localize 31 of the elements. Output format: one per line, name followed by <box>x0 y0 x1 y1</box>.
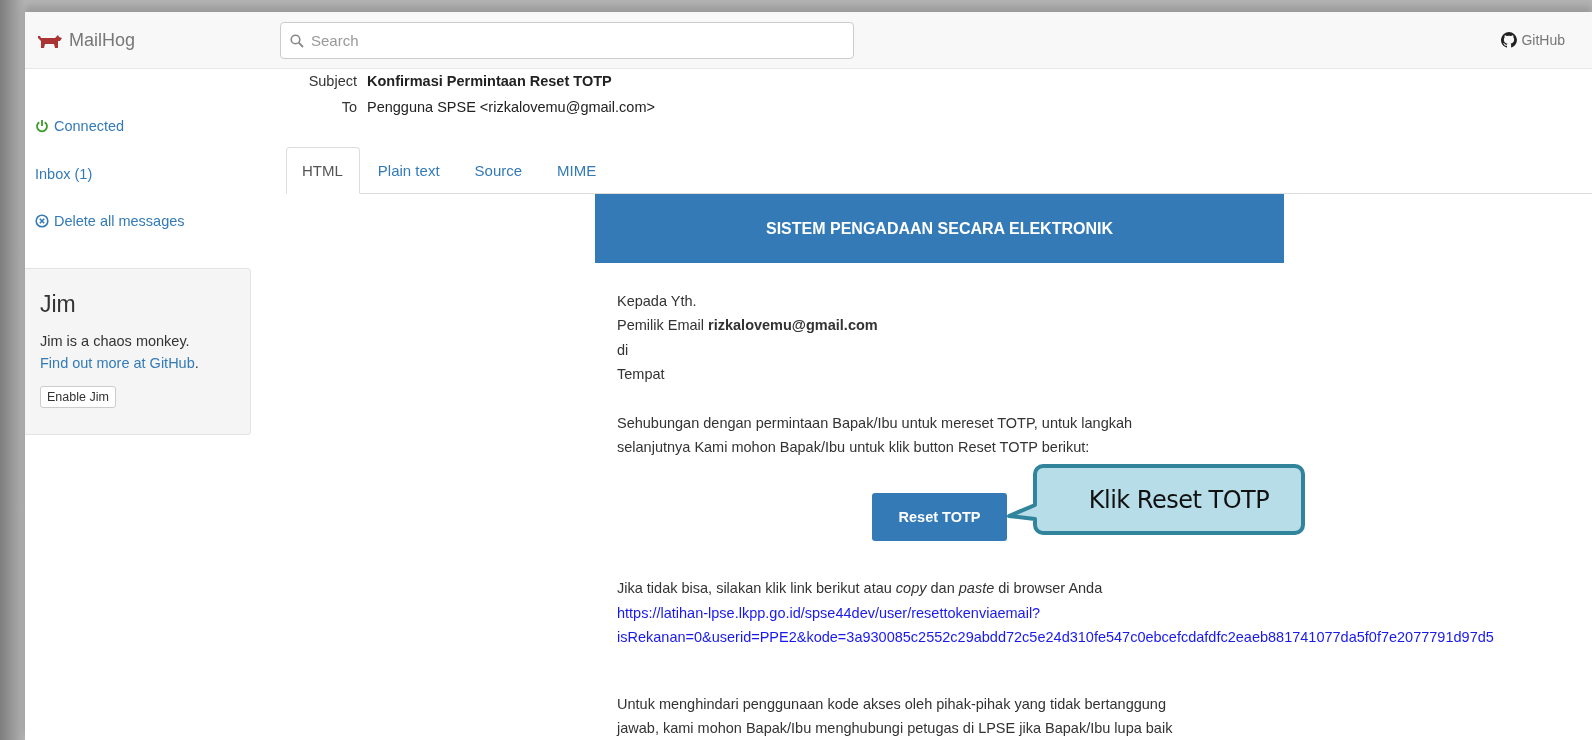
header-value: Pengguna SPSE <rizkalovemu@gmail.com> <box>367 98 656 117</box>
message-tab[interactable]: Plain text <box>361 147 457 193</box>
connection-status[interactable]: Connected <box>35 114 125 138</box>
fallback-text: Jika tidak bisa, silakan klik link berikut atau copy dan paste di browser Anda <box>617 579 1103 599</box>
delete-all-link[interactable]: Delete all messages <box>35 209 185 233</box>
octocat-icon <box>1501 32 1518 48</box>
reset-link[interactable]: isRekanan=0&userid=PPE2&kode=3a930085c2552c29abdd72c5e24d310fe547c0ebcefcdafdfc2eaeb881741077da5f0f7e2077791d97d5 <box>617 625 1494 650</box>
message-tab[interactable]: MIME <box>541 147 614 193</box>
reset-totp-button[interactable]: Reset TOTP <box>872 493 1007 542</box>
reset-link[interactable]: https://latihan-lpse.lkpp.go.id/spse44dev/user/resettokenviaemail? <box>617 600 1041 626</box>
search-field[interactable]: Search <box>280 21 854 59</box>
github-link[interactable]: Find out more at GitHub <box>40 355 195 371</box>
github-link[interactable]: GitHub <box>1501 32 1565 48</box>
inbox-link[interactable]: Inbox (1) <box>35 161 93 186</box>
circled-x-icon <box>35 214 49 228</box>
card-description: Jim is a chaos monkey. <box>40 332 190 351</box>
card-title: Jim <box>40 291 76 318</box>
enable-jim-button[interactable]: Enable Jim <box>40 386 116 408</box>
message-tab[interactable]: HTML <box>286 147 360 194</box>
brand-name[interactable]: MailHog <box>69 29 136 51</box>
header-label: Subject <box>307 72 357 91</box>
intro-paragraph: Sehubungan dengan permintaan Bapak/Ibu untuk mereset TOTP, untuk langkah selanjutnya Kami mohon Bapak/Ibu untuk klik button Reset TOTP berikut: <box>617 413 1133 458</box>
github-info-text: Find out more at GitHub. <box>40 354 199 373</box>
search-icon <box>290 33 304 48</box>
email-banner: SISTEM PENGADAAN SECARA ELEKTRONIK <box>595 194 1284 263</box>
message-tab[interactable]: Source <box>458 147 540 193</box>
callout-bubble: Klik Reset TOTP <box>1007 462 1305 537</box>
header-value: Konfirmasi Permintaan Reset TOTP <box>367 72 613 91</box>
header-label: To <box>340 98 357 117</box>
warning-paragraph: Untuk menghindari penggunaan kode akses oleh pihak-pihak yang tidak bertanggung jawab, kami mohon Bapak/Ibu menghubungi petugas di LPSE jika Bapak/Ibu lupa baik <box>617 694 1173 739</box>
greeting-text: Kepada Yth. Pemilik Email rizkalovemu@gmail.com di Tempat <box>617 292 878 385</box>
